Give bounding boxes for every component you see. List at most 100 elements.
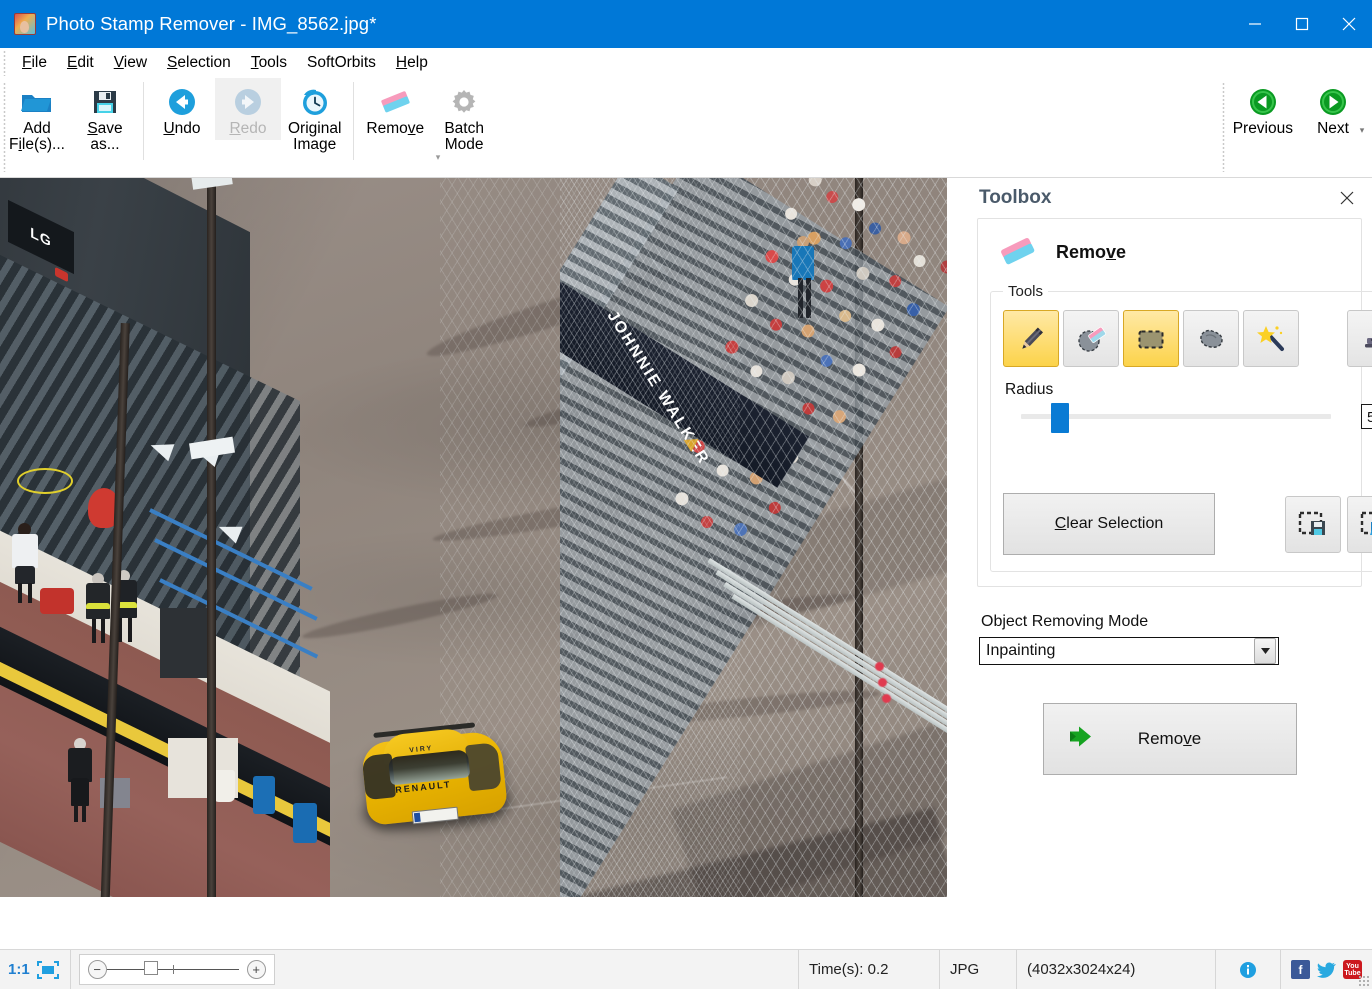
fit-to-window-button[interactable]	[36, 950, 71, 989]
menu-edit[interactable]: Edit	[57, 51, 104, 75]
selection-io-buttons	[1279, 496, 1372, 553]
zoom-slider-thumb[interactable]	[144, 961, 158, 975]
load-selection-icon	[1358, 508, 1372, 540]
main-area: LG TAG HEUER	[0, 178, 1372, 949]
menu-selection[interactable]: Selection	[157, 51, 241, 75]
menu-tools[interactable]: Tools	[241, 51, 297, 75]
close-icon[interactable]	[1336, 187, 1358, 209]
ribbon-expand-icon[interactable]: ▾	[1356, 125, 1368, 137]
original-image-button[interactable]: OriginalImage	[281, 78, 348, 156]
radius-label: Radius	[1005, 381, 1372, 399]
redo-arrow-icon	[233, 85, 263, 119]
gear-icon	[449, 85, 479, 119]
twitter-icon[interactable]	[1317, 960, 1336, 979]
add-files-button[interactable]: AddFile(s)...	[2, 78, 72, 156]
menu-view[interactable]: View	[104, 51, 157, 75]
ribbon-separator-2	[353, 82, 354, 160]
ribbon-toolbar: AddFile(s)... Saveas...	[0, 78, 1372, 178]
ribbon-group-navigation: Previous Next ▾	[1226, 78, 1372, 140]
red-marker	[878, 678, 887, 687]
canvas-vertical-scrollbar[interactable]	[947, 178, 960, 949]
eraser-icon	[376, 85, 414, 119]
previous-label: Previous	[1233, 121, 1293, 137]
toolbox-panel: Toolbox	[960, 178, 1372, 949]
eraser-tool-button[interactable]	[1063, 310, 1119, 367]
close-button[interactable]	[1325, 0, 1372, 48]
radius-input[interactable]: 50	[1361, 404, 1372, 429]
menu-file[interactable]: File	[12, 51, 57, 75]
lg-sign-text: LG	[30, 224, 51, 250]
zoom-slider[interactable]: − +	[79, 954, 275, 985]
save-selection-icon	[1296, 508, 1330, 540]
floppy-disk-icon	[90, 85, 120, 119]
stamp-tool-button[interactable]	[1347, 310, 1372, 367]
undo-button[interactable]: Undo	[149, 78, 215, 140]
facebook-icon[interactable]: f	[1291, 960, 1310, 979]
batch-mode-label: BatchMode	[444, 121, 484, 153]
batch-mode-button[interactable]: BatchMode	[431, 78, 497, 156]
original-image-label: OriginalImage	[288, 121, 341, 153]
object-removing-mode-value: Inpainting	[980, 642, 1254, 660]
file-format-label: JPG	[940, 950, 1017, 989]
remove-button[interactable]: Remove	[1043, 703, 1297, 775]
camera-equipment	[160, 608, 212, 678]
car-side-dark	[465, 742, 502, 791]
magic-wand-tool-button[interactable]	[1243, 310, 1299, 367]
undo-arrow-icon	[167, 85, 197, 119]
zoom-slider-tick	[173, 965, 174, 974]
ribbon-group-actions: Remove BatchMode ▾	[357, 78, 499, 170]
previous-button[interactable]: Previous	[1226, 78, 1300, 140]
chevron-down-icon[interactable]	[1254, 638, 1276, 664]
image-canvas-area[interactable]: LG TAG HEUER	[0, 178, 960, 949]
redo-label: Redo	[229, 121, 266, 137]
ribbon-group-expand-icon[interactable]: ▾	[432, 151, 444, 163]
image-dimensions-label: (4032x3024x24)	[1017, 950, 1216, 989]
save-selection-button[interactable]	[1285, 496, 1341, 553]
remove-button-label: Remove	[1138, 729, 1201, 749]
load-selection-button[interactable]	[1347, 496, 1372, 553]
lasso-tool-button[interactable]	[1183, 310, 1239, 367]
radius-slider-thumb[interactable]	[1051, 403, 1069, 433]
toolbox-title: Toolbox	[979, 187, 1051, 209]
info-button[interactable]	[1216, 950, 1281, 989]
status-bar: 1:1 − + Time(s): 0.2 JPG (4032x3024x24)	[0, 949, 1372, 989]
pit-area: LG TAG HEUER	[0, 178, 330, 897]
application-window: Photo Stamp Remover - IMG_8562.jpg* File…	[0, 0, 1372, 989]
marker-tool-button[interactable]	[1003, 310, 1059, 367]
resize-grip[interactable]	[1358, 975, 1370, 987]
undo-label: Undo	[163, 121, 200, 137]
radius-slider-row: 50	[1003, 403, 1372, 429]
remove-section-title: Remove	[1056, 242, 1126, 263]
light-pole	[207, 178, 216, 897]
toolbox-body: Remove Tools	[961, 218, 1372, 949]
tools-group: Tools	[990, 283, 1372, 572]
red-equipment-bag	[40, 588, 74, 614]
minimize-button[interactable]	[1231, 0, 1278, 48]
pencil-icon	[1014, 322, 1048, 356]
object-removing-mode-label: Object Removing Mode	[981, 613, 1362, 631]
title-bar: Photo Stamp Remover - IMG_8562.jpg*	[0, 0, 1372, 48]
radius-slider[interactable]	[1021, 403, 1331, 429]
save-as-button[interactable]: Saveas...	[72, 78, 138, 156]
zoom-out-button[interactable]: −	[88, 960, 107, 979]
remove-ribbon-label: Remove	[366, 121, 424, 137]
open-folder-icon	[20, 85, 54, 119]
remove-ribbon-button[interactable]: Remove	[359, 78, 431, 140]
menu-softorbits[interactable]: SoftOrbits	[297, 51, 386, 75]
red-marker	[875, 662, 884, 671]
object-removing-mode-select[interactable]: Inpainting	[979, 637, 1279, 665]
photo-image[interactable]: LG TAG HEUER	[0, 178, 947, 897]
lasso-icon	[1194, 322, 1228, 356]
save-as-label: Saveas...	[87, 121, 122, 153]
remove-tool-card: Remove Tools	[977, 218, 1362, 587]
race-car: VIRY RENAULT	[351, 715, 516, 836]
clear-selection-button[interactable]: Clear Selection	[1003, 493, 1215, 555]
maximize-button[interactable]	[1278, 0, 1325, 48]
eraser-icon	[994, 235, 1040, 269]
redo-button[interactable]: Redo	[215, 78, 281, 140]
zoom-in-button[interactable]: +	[247, 960, 266, 979]
rectangle-select-tool-button[interactable]	[1123, 310, 1179, 367]
menu-help[interactable]: Help	[386, 51, 438, 75]
zoom-slider-track[interactable]	[107, 969, 239, 970]
rectangle-select-icon	[1134, 322, 1168, 356]
